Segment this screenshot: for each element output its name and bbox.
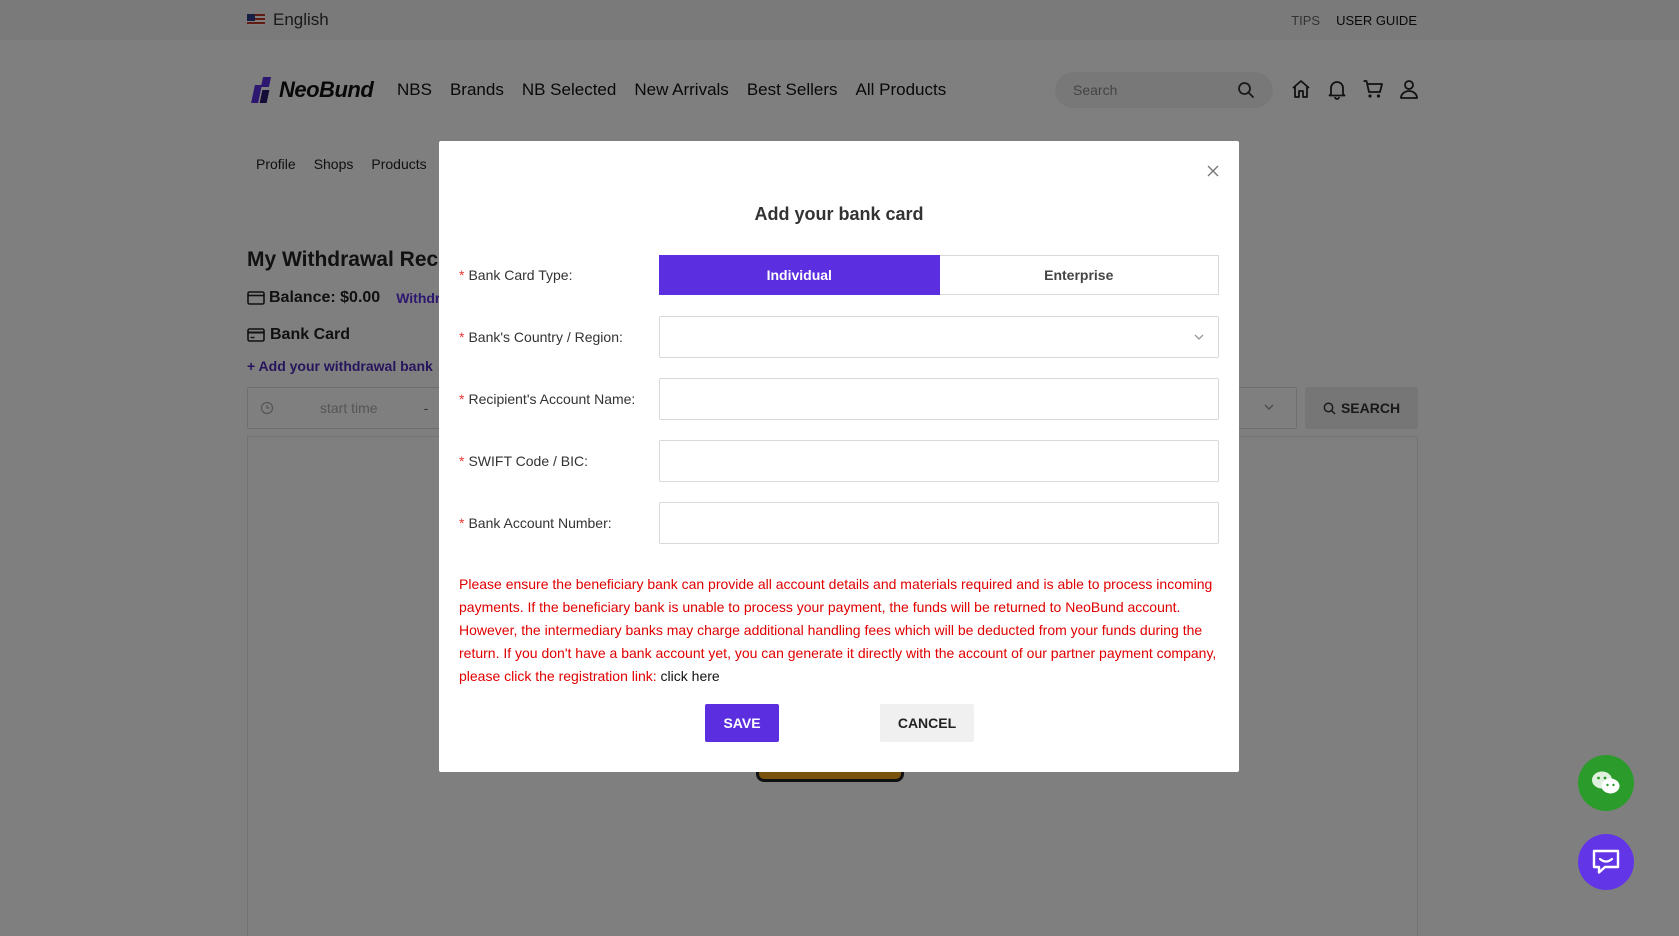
- chevron-down-icon: [1194, 334, 1204, 340]
- country-row: * Bank's Country / Region:: [459, 316, 1219, 358]
- modal-title: Add your bank card: [754, 204, 924, 224]
- country-label: * Bank's Country / Region:: [459, 329, 623, 345]
- card-type-individual-button[interactable]: Individual: [659, 255, 940, 295]
- chat-icon: [1592, 849, 1620, 874]
- account-name-label: * Recipient's Account Name:: [459, 391, 636, 407]
- close-icon[interactable]: [1205, 163, 1221, 179]
- account-name-row: * Recipient's Account Name:: [459, 378, 1219, 420]
- add-bank-card-dialog: Add your bank card * Bank Card Type: Indi…: [439, 141, 1239, 772]
- wechat-button[interactable]: [1578, 755, 1634, 811]
- cancel-button[interactable]: CANCEL: [880, 704, 974, 742]
- bank-notice: Please ensure the beneficiary bank can p…: [459, 573, 1219, 688]
- swift-label: * SWIFT Code / BIC:: [459, 453, 588, 469]
- card-type-row: * Bank Card Type: Individual Enterprise: [459, 254, 1219, 296]
- account-name-input[interactable]: [659, 378, 1219, 420]
- save-button[interactable]: SAVE: [705, 704, 779, 742]
- swift-row: * SWIFT Code / BIC:: [459, 440, 1219, 482]
- swift-input[interactable]: [659, 440, 1219, 482]
- account-number-label: * Bank Account Number:: [459, 515, 612, 531]
- required-asterisk: *: [459, 329, 465, 345]
- card-type-segmented: Individual Enterprise: [659, 255, 1219, 295]
- notice-text: Please ensure the beneficiary bank can p…: [459, 576, 1217, 684]
- required-asterisk: *: [459, 453, 465, 469]
- account-number-input[interactable]: [659, 502, 1219, 544]
- card-type-enterprise-button[interactable]: Enterprise: [939, 255, 1219, 295]
- account-number-row: * Bank Account Number:: [459, 502, 1219, 544]
- registration-link[interactable]: click here: [661, 668, 720, 684]
- chat-support-button[interactable]: [1578, 834, 1634, 890]
- wechat-icon: [1592, 771, 1620, 794]
- card-type-label: * Bank Card Type:: [459, 267, 573, 283]
- required-asterisk: *: [459, 515, 465, 531]
- country-select[interactable]: [659, 316, 1219, 358]
- required-asterisk: *: [459, 267, 465, 283]
- required-asterisk: *: [459, 391, 465, 407]
